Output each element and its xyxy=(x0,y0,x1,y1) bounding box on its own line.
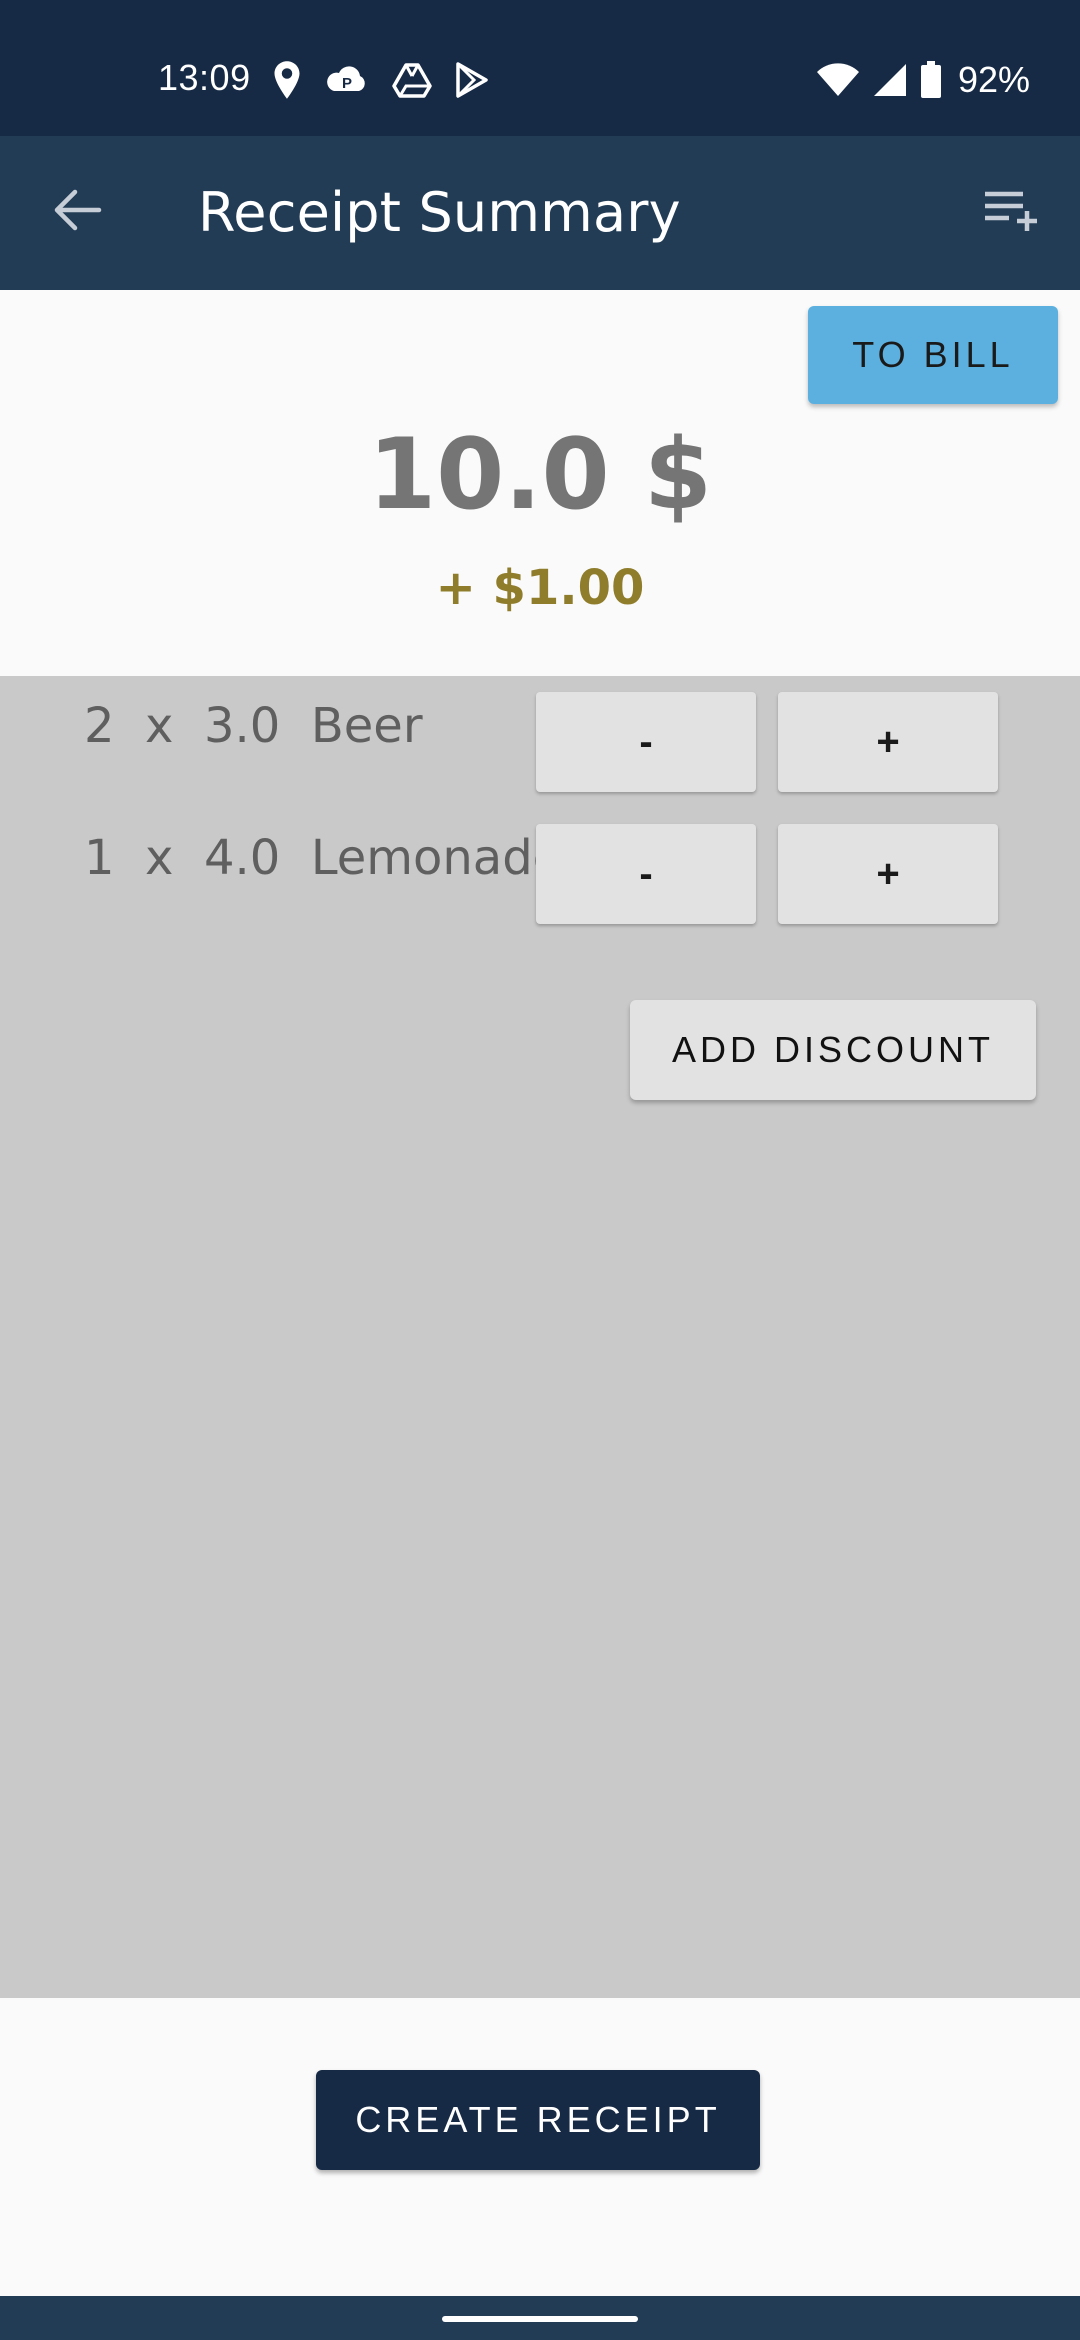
playlist-add-icon xyxy=(983,189,1041,236)
list-item: 2 x 3.0 Beer - + xyxy=(0,676,1080,792)
cloud-p-icon: P xyxy=(324,62,370,98)
gesture-handle[interactable] xyxy=(442,2316,638,2322)
increase-quantity-button[interactable]: + xyxy=(778,692,998,792)
add-discount-button[interactable]: ADD DISCOUNT xyxy=(630,1000,1036,1100)
add-item-list-button[interactable] xyxy=(974,176,1050,248)
status-bar: 13:09 P 92% xyxy=(0,0,1080,136)
location-icon xyxy=(272,60,302,100)
bottom-actions: CREATE RECEIPT xyxy=(0,1998,1080,2296)
arrow-back-icon xyxy=(53,188,103,237)
item-description: 2 x 3.0 Beer xyxy=(84,698,423,754)
navigation-bar xyxy=(0,2296,1080,2340)
extra-amount: + $1.00 xyxy=(435,560,645,616)
drive-icon xyxy=(392,62,432,98)
receipt-summary-header: TO BILL 10.0 $ + $1.00 xyxy=(0,290,1080,676)
status-notification-icons: P xyxy=(272,58,490,102)
increase-quantity-button[interactable]: + xyxy=(778,824,998,924)
decrease-quantity-button[interactable]: - xyxy=(536,824,756,924)
status-time: 13:09 xyxy=(158,57,251,98)
total-amount: 10.0 $ xyxy=(367,418,713,532)
app-bar: Receipt Summary xyxy=(0,136,1080,290)
svg-text:P: P xyxy=(342,75,352,92)
page-title: Receipt Summary xyxy=(198,181,681,244)
to-bill-button[interactable]: TO BILL xyxy=(808,306,1058,404)
item-description: 1 x 4.0 Lemonade xyxy=(84,830,563,886)
items-list: 2 x 3.0 Beer - + 1 x 4.0 Lemonade - + AD… xyxy=(0,676,1080,1998)
back-button[interactable] xyxy=(42,176,114,248)
list-item: 1 x 4.0 Lemonade - + xyxy=(0,808,1080,924)
battery-percent: 92% xyxy=(957,59,1030,100)
wifi-icon xyxy=(816,62,860,98)
battery-icon xyxy=(920,61,942,99)
signal-icon xyxy=(872,62,908,98)
create-receipt-button[interactable]: CREATE RECEIPT xyxy=(316,2070,760,2170)
status-system-icons: 92% xyxy=(816,58,1030,102)
decrease-quantity-button[interactable]: - xyxy=(536,692,756,792)
play-store-icon xyxy=(454,61,490,99)
